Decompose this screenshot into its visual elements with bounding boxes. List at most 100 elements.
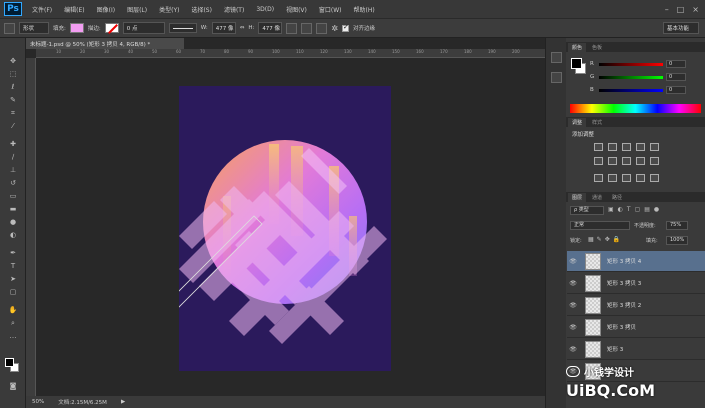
lock-icons[interactable]: ▦✎✥🔒 [588,236,623,243]
layer-filter-select[interactable]: ρ 类型 [570,206,604,215]
menu-image[interactable]: 图像(I) [91,5,121,14]
blend-mode-select[interactable]: 正常 [570,221,630,230]
invert-icon[interactable] [594,174,603,182]
stamp-icon[interactable]: ⊥ [6,165,20,175]
layer-filter-icons[interactable]: ▣◐T▢▤● [608,206,663,213]
menu-type[interactable]: 类型(Y) [153,5,185,14]
path-arrange-icon[interactable] [316,22,328,34]
properties-panel-icon[interactable] [551,72,562,83]
eye-icon[interactable]: 👁 [567,324,579,331]
hand-icon[interactable]: ✋ [6,305,20,315]
tab-channels[interactable]: 通道 [588,193,606,202]
eye-icon[interactable]: 👁 [567,280,579,287]
menu-window[interactable]: 窗口(W) [313,5,348,14]
gear-icon[interactable]: ✲ [331,24,338,33]
fill-color-swatch[interactable] [69,23,84,33]
menu-select[interactable]: 选择(S) [185,5,218,14]
green-slider[interactable]: G 0 [590,73,690,81]
status-arrow-icon[interactable]: ▶ [121,399,125,405]
fill-input[interactable]: 100% [666,236,688,245]
lasso-icon[interactable]: ℓ [6,82,20,92]
foreground-color[interactable] [5,358,14,367]
width-input[interactable]: 477 像 [211,22,236,34]
threshold-icon[interactable] [622,174,631,182]
workspace-select[interactable]: 基本功能 [663,22,699,34]
color-balance-icon[interactable] [608,157,617,165]
layer-row[interactable]: 👁 矩形 3 拷贝 3 [567,273,705,294]
levels-icon[interactable] [608,143,617,151]
history-panel-icon[interactable] [551,52,562,63]
layer-row[interactable]: 👁 矩形 3 [567,339,705,360]
red-slider[interactable]: R 0 [590,60,690,68]
zoom-level[interactable]: 50% [32,399,44,405]
close-button[interactable]: × [692,5,699,14]
tab-paths[interactable]: 路径 [608,193,626,202]
color-fg-swatch[interactable] [571,58,582,69]
exposure-icon[interactable] [636,143,645,151]
layer-row[interactable]: 👁 矩形 3 拷贝 [567,317,705,338]
maximize-button[interactable]: □ [677,5,685,14]
menu-3d[interactable]: 3D(D) [250,6,280,13]
type-icon[interactable]: T [6,261,20,271]
tab-swatches[interactable]: 色板 [588,43,606,52]
quick-select-icon[interactable]: ✎ [6,95,20,105]
eye-icon[interactable]: 👁 [567,302,579,309]
eye-icon[interactable]: 👁 [567,258,579,265]
channel-mixer-icon[interactable] [650,157,659,165]
selective-color-icon[interactable] [650,174,659,182]
healing-icon[interactable]: ✚ [6,139,20,149]
document-tab[interactable]: 未标题-1.psd @ 50% (矩形 3 拷贝 4, RGB/8) * [26,38,184,49]
vibrance-icon[interactable] [650,143,659,151]
bw-icon[interactable] [622,157,631,165]
crop-icon[interactable]: ⌗ [6,108,20,118]
opacity-input[interactable]: 75% [666,221,688,230]
menu-help[interactable]: 帮助(H) [348,5,381,14]
brush-icon[interactable]: ∕ [6,152,20,162]
stroke-width-input[interactable]: 0 点 [122,22,165,34]
brightness-icon[interactable] [594,143,603,151]
hue-sat-icon[interactable] [594,157,603,165]
blur-icon[interactable]: ● [6,217,20,227]
stroke-color-swatch[interactable] [104,23,119,33]
history-brush-icon[interactable]: ↺ [6,178,20,188]
height-input[interactable]: 477 像 [258,22,283,34]
menu-filter[interactable]: 滤镜(T) [218,5,250,14]
canvas[interactable] [179,86,391,371]
menu-file[interactable]: 文件(F) [26,5,58,14]
blue-slider[interactable]: B 0 [590,86,690,94]
pen-icon[interactable]: ✒ [6,248,20,258]
link-icon[interactable]: ⇔ [240,25,245,31]
menu-edit[interactable]: 编辑(E) [58,5,90,14]
posterize-icon[interactable] [608,174,617,182]
red-value[interactable]: 0 [666,60,686,68]
shape-icon[interactable]: ▢ [6,287,20,297]
dodge-icon[interactable]: ◐ [6,230,20,240]
eraser-icon[interactable]: ▭ [6,191,20,201]
quick-mask-icon[interactable]: ◙ [6,381,20,391]
move-icon[interactable]: ✥ [6,56,20,66]
eyedropper-icon[interactable]: ⁄ [6,121,20,131]
tab-styles[interactable]: 样式 [588,118,606,127]
menu-view[interactable]: 视图(V) [280,5,313,14]
tab-layers[interactable]: 图层 [568,193,587,202]
tab-adjustments[interactable]: 调整 [568,118,587,127]
gradient-map-icon[interactable] [636,174,645,182]
green-value[interactable]: 0 [666,73,686,81]
menu-layer[interactable]: 图层(L) [121,5,153,14]
layer-row[interactable]: 👁 矩形 3 拷贝 2 [567,295,705,316]
path-ops-icon[interactable] [286,22,298,34]
minimize-button[interactable]: – [665,5,669,14]
align-edges-checkbox[interactable] [342,23,350,32]
photo-filter-icon[interactable] [636,157,645,165]
more-tools-icon[interactable]: … [6,331,20,341]
curves-icon[interactable] [622,143,631,151]
stroke-type-select[interactable] [168,23,197,33]
path-select-icon[interactable]: ➤ [6,274,20,284]
gradient-icon[interactable]: ▬ [6,204,20,214]
color-spectrum[interactable] [570,104,701,113]
tab-color[interactable]: 颜色 [568,43,587,52]
zoom-icon[interactable]: ⌕ [6,318,20,328]
eye-icon[interactable]: 👁 [567,346,579,353]
path-align-icon[interactable] [301,22,313,34]
tool-preset-icon[interactable] [4,22,15,34]
